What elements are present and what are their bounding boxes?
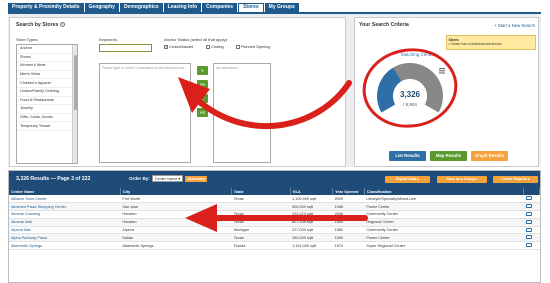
matching-count: 3,326 <box>400 90 421 99</box>
tab-leasing-info[interactable]: Leasing Info <box>163 3 202 12</box>
annotation-arrow-bottom <box>185 204 368 232</box>
store-types-list[interactable]: Anchor Shoes Women's Wear Men's Wear Childre… <box>16 44 78 164</box>
list-item[interactable]: Food & Restaurants <box>17 97 77 106</box>
list-item[interactable]: Men's Wear <box>17 71 77 80</box>
results-summary: 3,326 Results — Page 3 of 222 <box>16 176 91 182</box>
table-cell: 1,151,000 sqft <box>290 241 333 251</box>
card-icon[interactable] <box>525 227 532 232</box>
table-cell: Regional Center <box>364 218 524 227</box>
anchor-status-label: Anchor Status (select all that apply): <box>164 37 229 42</box>
help-icon[interactable]: ? <box>59 22 65 27</box>
keywords-input[interactable] <box>99 44 152 52</box>
export-data-button[interactable]: Export Data ▸ <box>385 176 430 183</box>
column-header[interactable]: GLA <box>290 188 334 195</box>
column-header[interactable]: Center Name <box>9 188 121 195</box>
table-cell: Community Center <box>364 226 524 235</box>
tab-bar: Property & Proximity Details Geography Dem… <box>8 3 299 12</box>
tab-geography[interactable]: Geography <box>84 3 119 12</box>
chevron-down-icon: ▾ <box>178 177 181 181</box>
map-results-button[interactable]: Map Results <box>430 151 467 161</box>
table-row[interactable]: Altamonte Springs Altamonte Springs Florid… <box>9 241 540 251</box>
list-item[interactable]: Jewelry <box>17 105 77 114</box>
card-icon[interactable] <box>525 204 532 209</box>
tab-companies[interactable]: Companies <box>202 3 238 12</box>
ascending-button[interactable]: Ascending <box>185 175 207 182</box>
menu-icon[interactable] <box>439 68 445 74</box>
table-cell[interactable]: Alliance Town Center <box>9 195 121 204</box>
create-reports-button[interactable]: Create Reports ▸ <box>493 176 538 183</box>
list-item[interactable]: Women's Wear <box>17 62 77 71</box>
list-item[interactable]: Children's Apparel <box>17 79 77 88</box>
table-cell: Power Center <box>364 202 524 212</box>
save-as-group-button[interactable]: Save as a Group ▸ <box>437 176 487 183</box>
column-header[interactable]: Classification <box>364 188 525 195</box>
table-cell[interactable]: Almeda Crossing <box>9 210 121 219</box>
list-item[interactable]: Unisex/Family Clothing <box>17 88 77 97</box>
table-cell: Power Center <box>364 233 524 243</box>
column-header[interactable]: State <box>231 188 291 195</box>
order-select[interactable]: Center Name ▾ <box>151 175 184 182</box>
list-results-button[interactable]: List Results <box>389 151 426 161</box>
card-icon[interactable] <box>525 243 532 248</box>
table-cell: Lifestyle/Specialty/Mixed-Use <box>364 195 524 204</box>
table-cell: Altamonte Springs <box>120 241 232 251</box>
list-item[interactable]: Temporary Tenant <box>17 122 77 131</box>
search-area: Search by Stores ? Store Types: Anchor Sh… <box>8 12 541 167</box>
results-header: 3,326 Results — Page 3 of 222 Order By: … <box>9 171 540 188</box>
tab-stores[interactable]: Stores <box>238 3 264 12</box>
list-item[interactable]: Shoes <box>17 54 77 63</box>
tab-demographics[interactable]: Demographics <box>119 3 163 12</box>
panel-title: Search by Stores ? <box>16 22 65 28</box>
gauge: Matching Centers 3,326 / 8,904 <box>362 48 458 128</box>
card-icon[interactable] <box>525 235 532 240</box>
search-criteria-panel: Your Search Criteria + Start a New Searc… <box>354 17 539 167</box>
list-item[interactable]: Gifts, Cards, Books <box>17 114 77 123</box>
column-header <box>523 188 540 195</box>
annotation-arrow-top <box>178 77 352 130</box>
table-cell[interactable]: Alpha Parkway Plaza <box>9 233 121 243</box>
card-icon[interactable] <box>525 211 532 216</box>
tab-my-groups[interactable]: My Groups <box>264 3 299 12</box>
table-cell: Community Center <box>364 210 524 219</box>
results-panel: 3,326 Results — Page 3 of 222 Order By: … <box>8 170 541 283</box>
card-icon[interactable] <box>525 219 532 224</box>
order-by: Order By: Center Name ▾ Ascending <box>129 175 207 182</box>
scrollbar[interactable] <box>72 45 77 163</box>
table-cell[interactable]: Almeda Mall <box>9 218 121 227</box>
table-cell: 1974 <box>332 241 365 251</box>
column-header[interactable]: City <box>120 188 233 195</box>
tab-property-proximity-details[interactable]: Property & Proximity Details <box>8 3 84 12</box>
store-types-label: Store Types: <box>16 37 39 42</box>
table-cell: Florida <box>231 241 291 251</box>
table-cell[interactable]: Altamonte Springs <box>9 241 121 251</box>
table-cell[interactable]: Alpena Mall <box>9 226 121 235</box>
column-header[interactable]: Year Opened <box>332 188 365 195</box>
card-icon[interactable] <box>525 196 532 201</box>
table-cell[interactable]: Almeden Plaza Shopping Center <box>9 202 121 212</box>
order-label: Order By: <box>129 176 150 181</box>
graph-results-button[interactable]: Graph Results <box>471 151 508 161</box>
table-cell: Super Regional Center <box>364 241 524 251</box>
list-item[interactable]: Anchor <box>17 45 77 54</box>
keywords-label: Keywords: <box>99 37 118 42</box>
total-count: / 8,904 <box>403 102 417 107</box>
